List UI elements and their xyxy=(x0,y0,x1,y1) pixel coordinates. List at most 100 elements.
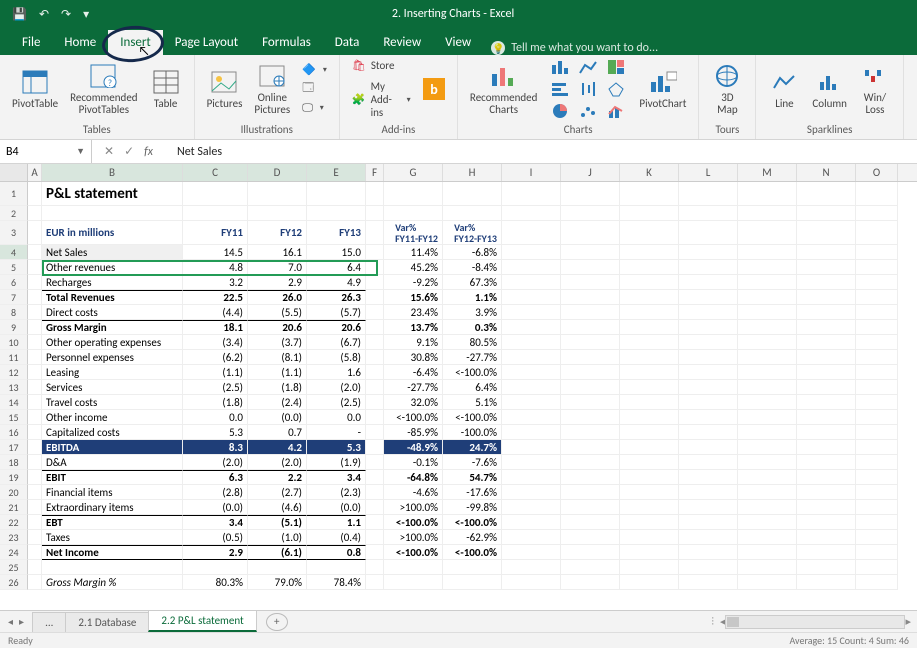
cell[interactable] xyxy=(502,335,561,350)
cell[interactable] xyxy=(856,395,898,410)
cell[interactable] xyxy=(443,560,502,575)
cell[interactable]: FY13 xyxy=(307,221,366,245)
cell[interactable]: 3.4 xyxy=(307,470,366,485)
cell[interactable]: (6.7) xyxy=(307,335,366,350)
sheet-tab-more[interactable]: ... xyxy=(32,612,66,632)
cell[interactable]: -8.4% xyxy=(443,260,502,275)
cell[interactable] xyxy=(561,290,620,305)
cell[interactable] xyxy=(307,206,366,221)
cell[interactable] xyxy=(366,245,384,260)
cell[interactable] xyxy=(679,560,738,575)
cell[interactable] xyxy=(561,305,620,320)
cell[interactable]: (0.5) xyxy=(183,530,248,545)
cell[interactable] xyxy=(28,470,42,485)
cell[interactable] xyxy=(797,260,856,275)
pictures-button[interactable]: Pictures xyxy=(201,67,249,112)
cell[interactable] xyxy=(28,335,42,350)
cell[interactable]: (3.4) xyxy=(183,335,248,350)
combo-chart-button[interactable] xyxy=(603,101,629,121)
cell[interactable] xyxy=(620,395,679,410)
cell[interactable] xyxy=(28,395,42,410)
cell[interactable]: 1.1 xyxy=(307,515,366,530)
cell[interactable] xyxy=(797,425,856,440)
cell[interactable]: 7.0 xyxy=(248,260,307,275)
cell[interactable] xyxy=(679,206,738,221)
cell[interactable] xyxy=(561,455,620,470)
cell[interactable]: EUR in millions xyxy=(42,221,183,245)
col-O[interactable]: O xyxy=(856,164,898,181)
cell[interactable]: 2.9 xyxy=(183,545,248,560)
cell[interactable] xyxy=(443,575,502,590)
cell[interactable] xyxy=(856,365,898,380)
slicer-button[interactable]: Slicer xyxy=(910,67,917,112)
cell[interactable] xyxy=(856,410,898,425)
cell[interactable] xyxy=(679,245,738,260)
cell[interactable] xyxy=(797,206,856,221)
cancel-formula-icon[interactable]: ✕ xyxy=(104,144,114,159)
cell[interactable]: (2.5) xyxy=(307,395,366,410)
cell[interactable] xyxy=(28,545,42,560)
cell[interactable] xyxy=(620,260,679,275)
cell[interactable] xyxy=(738,245,797,260)
cell[interactable] xyxy=(502,182,561,206)
cell[interactable] xyxy=(679,260,738,275)
cell[interactable]: Taxes xyxy=(42,530,183,545)
cell[interactable] xyxy=(28,575,42,590)
col-I[interactable]: I xyxy=(502,164,561,181)
cell[interactable] xyxy=(738,485,797,500)
cell[interactable] xyxy=(28,560,42,575)
row-header[interactable]: 20 xyxy=(0,485,28,500)
cell[interactable]: (5.8) xyxy=(307,350,366,365)
cell[interactable] xyxy=(679,380,738,395)
cell[interactable] xyxy=(679,365,738,380)
col-L[interactable]: L xyxy=(679,164,738,181)
cell[interactable] xyxy=(28,182,42,206)
cell[interactable] xyxy=(42,560,183,575)
cell[interactable] xyxy=(856,500,898,515)
cell[interactable]: -17.6% xyxy=(443,485,502,500)
cell[interactable] xyxy=(561,440,620,455)
cell[interactable] xyxy=(620,425,679,440)
cell[interactable] xyxy=(366,182,384,206)
cell[interactable]: (1.1) xyxy=(183,365,248,380)
cell[interactable] xyxy=(42,206,183,221)
cell[interactable] xyxy=(856,221,898,245)
cell[interactable] xyxy=(620,530,679,545)
tab-view[interactable]: View xyxy=(433,30,483,55)
cell[interactable] xyxy=(856,560,898,575)
select-all-corner[interactable] xyxy=(0,164,28,181)
cell[interactable] xyxy=(384,560,443,575)
cell[interactable]: 26.3 xyxy=(307,290,366,305)
smartart-button[interactable]: 🗔 xyxy=(300,79,329,98)
cell[interactable]: EBITDA xyxy=(42,440,183,455)
cell[interactable] xyxy=(738,335,797,350)
line-chart-button[interactable] xyxy=(575,57,601,77)
cell[interactable]: Direct costs xyxy=(42,305,183,320)
cell[interactable] xyxy=(738,221,797,245)
cell[interactable] xyxy=(679,305,738,320)
cell[interactable] xyxy=(620,380,679,395)
cell[interactable] xyxy=(28,440,42,455)
cell[interactable] xyxy=(502,560,561,575)
recommended-charts-button[interactable]: Recommended Charts xyxy=(464,61,543,118)
cell[interactable] xyxy=(28,380,42,395)
cell[interactable] xyxy=(856,545,898,560)
cell[interactable] xyxy=(856,260,898,275)
row-header[interactable]: 14 xyxy=(0,395,28,410)
cell[interactable]: 0.3% xyxy=(443,320,502,335)
cell[interactable]: 26.0 xyxy=(248,290,307,305)
col-E[interactable]: E xyxy=(307,164,366,181)
tab-page-layout[interactable]: Page Layout xyxy=(163,30,250,55)
cell[interactable] xyxy=(366,221,384,245)
cell[interactable] xyxy=(561,182,620,206)
cell[interactable]: 1.6 xyxy=(307,365,366,380)
column-chart-button[interactable] xyxy=(547,57,573,77)
cell[interactable] xyxy=(366,395,384,410)
cell[interactable] xyxy=(620,485,679,500)
cell[interactable] xyxy=(856,335,898,350)
cell[interactable]: (1.8) xyxy=(183,395,248,410)
cell[interactable]: (4.4) xyxy=(183,305,248,320)
cell[interactable] xyxy=(797,575,856,590)
cell[interactable]: -6.4% xyxy=(384,365,443,380)
sheet-tab-pl[interactable]: 2.2 P&L statement xyxy=(148,610,256,632)
